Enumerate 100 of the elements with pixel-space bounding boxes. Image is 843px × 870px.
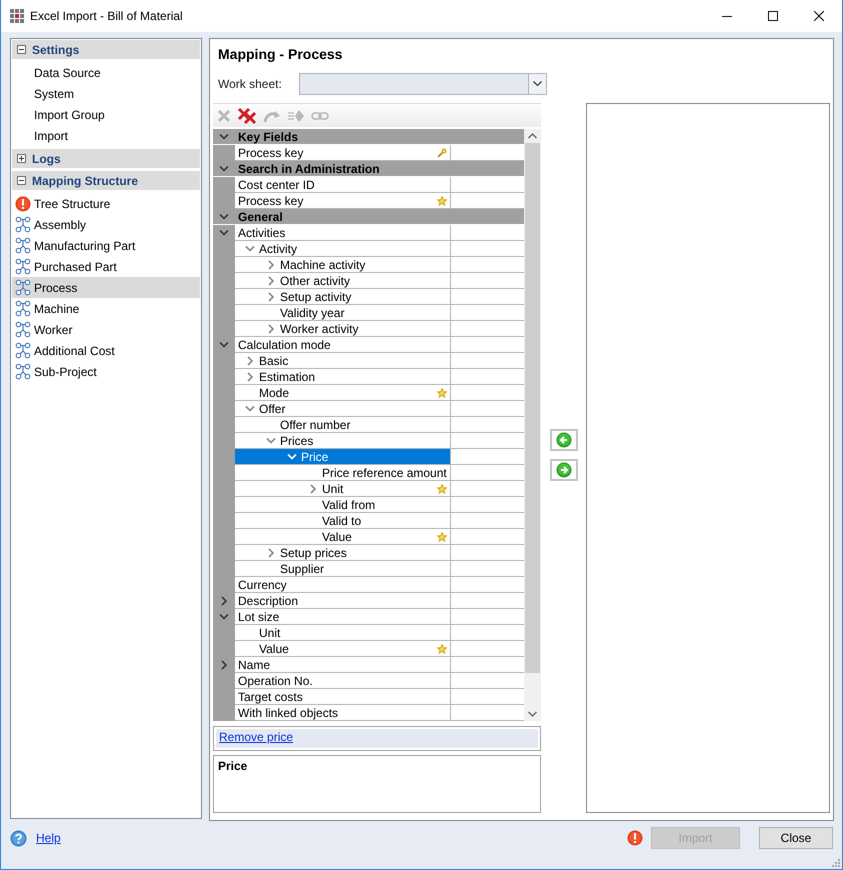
sidebar-item[interactable]: Assembly xyxy=(12,214,200,235)
value-cell[interactable] xyxy=(450,321,524,337)
value-cell[interactable] xyxy=(450,673,524,689)
tree-item[interactable]: Activities xyxy=(235,225,450,241)
value-cell[interactable] xyxy=(450,257,524,273)
move-right-button[interactable] xyxy=(550,459,578,481)
section-header[interactable]: Mapping Structure xyxy=(12,171,200,190)
value-cell[interactable] xyxy=(450,385,524,401)
curved-arrow-icon xyxy=(263,108,281,122)
value-cell[interactable] xyxy=(450,545,524,561)
section-header[interactable]: Logs xyxy=(12,149,200,168)
tree-item[interactable]: Mode xyxy=(235,385,450,401)
worksheet-dropdown[interactable] xyxy=(299,73,547,95)
value-cell[interactable] xyxy=(450,433,524,449)
remove-link[interactable]: Remove price xyxy=(219,730,294,744)
value-cell[interactable] xyxy=(450,689,524,705)
value-cell[interactable] xyxy=(450,657,524,673)
tree-item[interactable]: Setup activity xyxy=(235,289,450,305)
value-cell[interactable] xyxy=(450,577,524,593)
move-left-button[interactable] xyxy=(550,429,578,451)
dialog-button[interactable]: Close xyxy=(759,827,833,849)
group-header[interactable]: General xyxy=(213,209,524,225)
tree-item[interactable]: Unit xyxy=(235,481,450,497)
sidebar-item[interactable]: Process xyxy=(12,277,200,298)
tree-item[interactable]: Offer xyxy=(235,401,450,417)
tree-item[interactable]: Operation No. xyxy=(235,673,450,689)
value-cell[interactable] xyxy=(450,481,524,497)
value-cell[interactable] xyxy=(450,225,524,241)
description-title: Price xyxy=(218,759,248,773)
tree-item[interactable]: Worker activity xyxy=(235,321,450,337)
value-cell[interactable] xyxy=(450,273,524,289)
value-cell[interactable] xyxy=(450,193,524,209)
value-cell[interactable] xyxy=(450,369,524,385)
value-cell[interactable] xyxy=(450,401,524,417)
tree-item[interactable]: Activity xyxy=(235,241,450,257)
sidebar-item[interactable]: Purchased Part xyxy=(12,256,200,277)
sidebar-item[interactable]: Import xyxy=(12,125,200,146)
tree-item[interactable]: Description xyxy=(235,593,450,609)
network-icon xyxy=(15,300,31,317)
value-cell[interactable] xyxy=(450,513,524,529)
sidebar-item[interactable]: System xyxy=(12,83,200,104)
value-cell[interactable] xyxy=(450,289,524,305)
scroll-thumb[interactable] xyxy=(525,143,540,673)
value-cell[interactable] xyxy=(450,417,524,433)
tree-item[interactable]: Estimation xyxy=(235,369,450,385)
tree-item[interactable]: With linked objects xyxy=(235,705,450,721)
tree-item[interactable]: Other activity xyxy=(235,273,450,289)
tree-item[interactable]: Value xyxy=(235,641,450,657)
value-cell[interactable] xyxy=(450,705,524,721)
tree-item[interactable]: Lot size xyxy=(235,609,450,625)
section-header[interactable]: Settings xyxy=(12,40,200,59)
group-header[interactable]: Search in Administration xyxy=(213,161,524,177)
group-header[interactable]: Key Fields xyxy=(213,129,524,145)
value-cell[interactable] xyxy=(450,561,524,577)
tree-item[interactable]: Value xyxy=(235,529,450,545)
value-cell[interactable] xyxy=(450,145,524,161)
tree-item[interactable]: Basic xyxy=(235,353,450,369)
value-cell[interactable] xyxy=(450,177,524,193)
sidebar-item[interactable]: Machine xyxy=(12,298,200,319)
tree-item[interactable]: Price xyxy=(235,449,450,465)
help-link[interactable]: Help xyxy=(36,831,61,845)
tree-item[interactable]: Validity year xyxy=(235,305,450,321)
tree-item[interactable]: Name xyxy=(235,657,450,673)
tree-item[interactable]: Valid to xyxy=(235,513,450,529)
scroll-down-icon xyxy=(528,711,537,717)
tree-item[interactable]: Supplier xyxy=(235,561,450,577)
value-cell[interactable] xyxy=(450,609,524,625)
sidebar-item[interactable]: Worker xyxy=(12,319,200,340)
scrollbar[interactable] xyxy=(524,129,541,721)
tree-item[interactable]: Valid from xyxy=(235,497,450,513)
value-cell[interactable] xyxy=(450,625,524,641)
tree-item[interactable]: Unit xyxy=(235,625,450,641)
tree-item[interactable]: Cost center ID xyxy=(235,177,450,193)
value-cell[interactable] xyxy=(450,449,524,465)
value-cell[interactable] xyxy=(450,593,524,609)
sidebar-item[interactable]: Tree Structure xyxy=(12,193,200,214)
sidebar-item[interactable]: Data Source xyxy=(12,62,200,83)
value-cell[interactable] xyxy=(450,465,524,481)
sidebar-item[interactable]: Manufacturing Part xyxy=(12,235,200,256)
tree-item[interactable]: Machine activity xyxy=(235,257,450,273)
tree-item[interactable]: Calculation mode xyxy=(235,337,450,353)
value-cell[interactable] xyxy=(450,641,524,657)
tree-item[interactable]: Currency xyxy=(235,577,450,593)
tree-item[interactable]: Offer number xyxy=(235,417,450,433)
sidebar-item[interactable]: Additional Cost xyxy=(12,340,200,361)
value-cell[interactable] xyxy=(450,305,524,321)
tree-item[interactable]: Process key xyxy=(235,193,450,209)
sidebar-item[interactable]: Sub-Project xyxy=(12,361,200,382)
value-cell[interactable] xyxy=(450,353,524,369)
value-cell[interactable] xyxy=(450,241,524,257)
tree-item[interactable]: Target costs xyxy=(235,689,450,705)
value-cell[interactable] xyxy=(450,497,524,513)
tree-item[interactable]: Prices xyxy=(235,433,450,449)
tree-item[interactable]: Price reference amount xyxy=(235,465,450,481)
tree-item[interactable]: Process key xyxy=(235,145,450,161)
value-cell[interactable] xyxy=(450,337,524,353)
tree-item[interactable]: Setup prices xyxy=(235,545,450,561)
sidebar-item[interactable]: Import Group xyxy=(12,104,200,125)
value-cell[interactable] xyxy=(450,529,524,545)
delete-all-button[interactable] xyxy=(237,106,257,124)
